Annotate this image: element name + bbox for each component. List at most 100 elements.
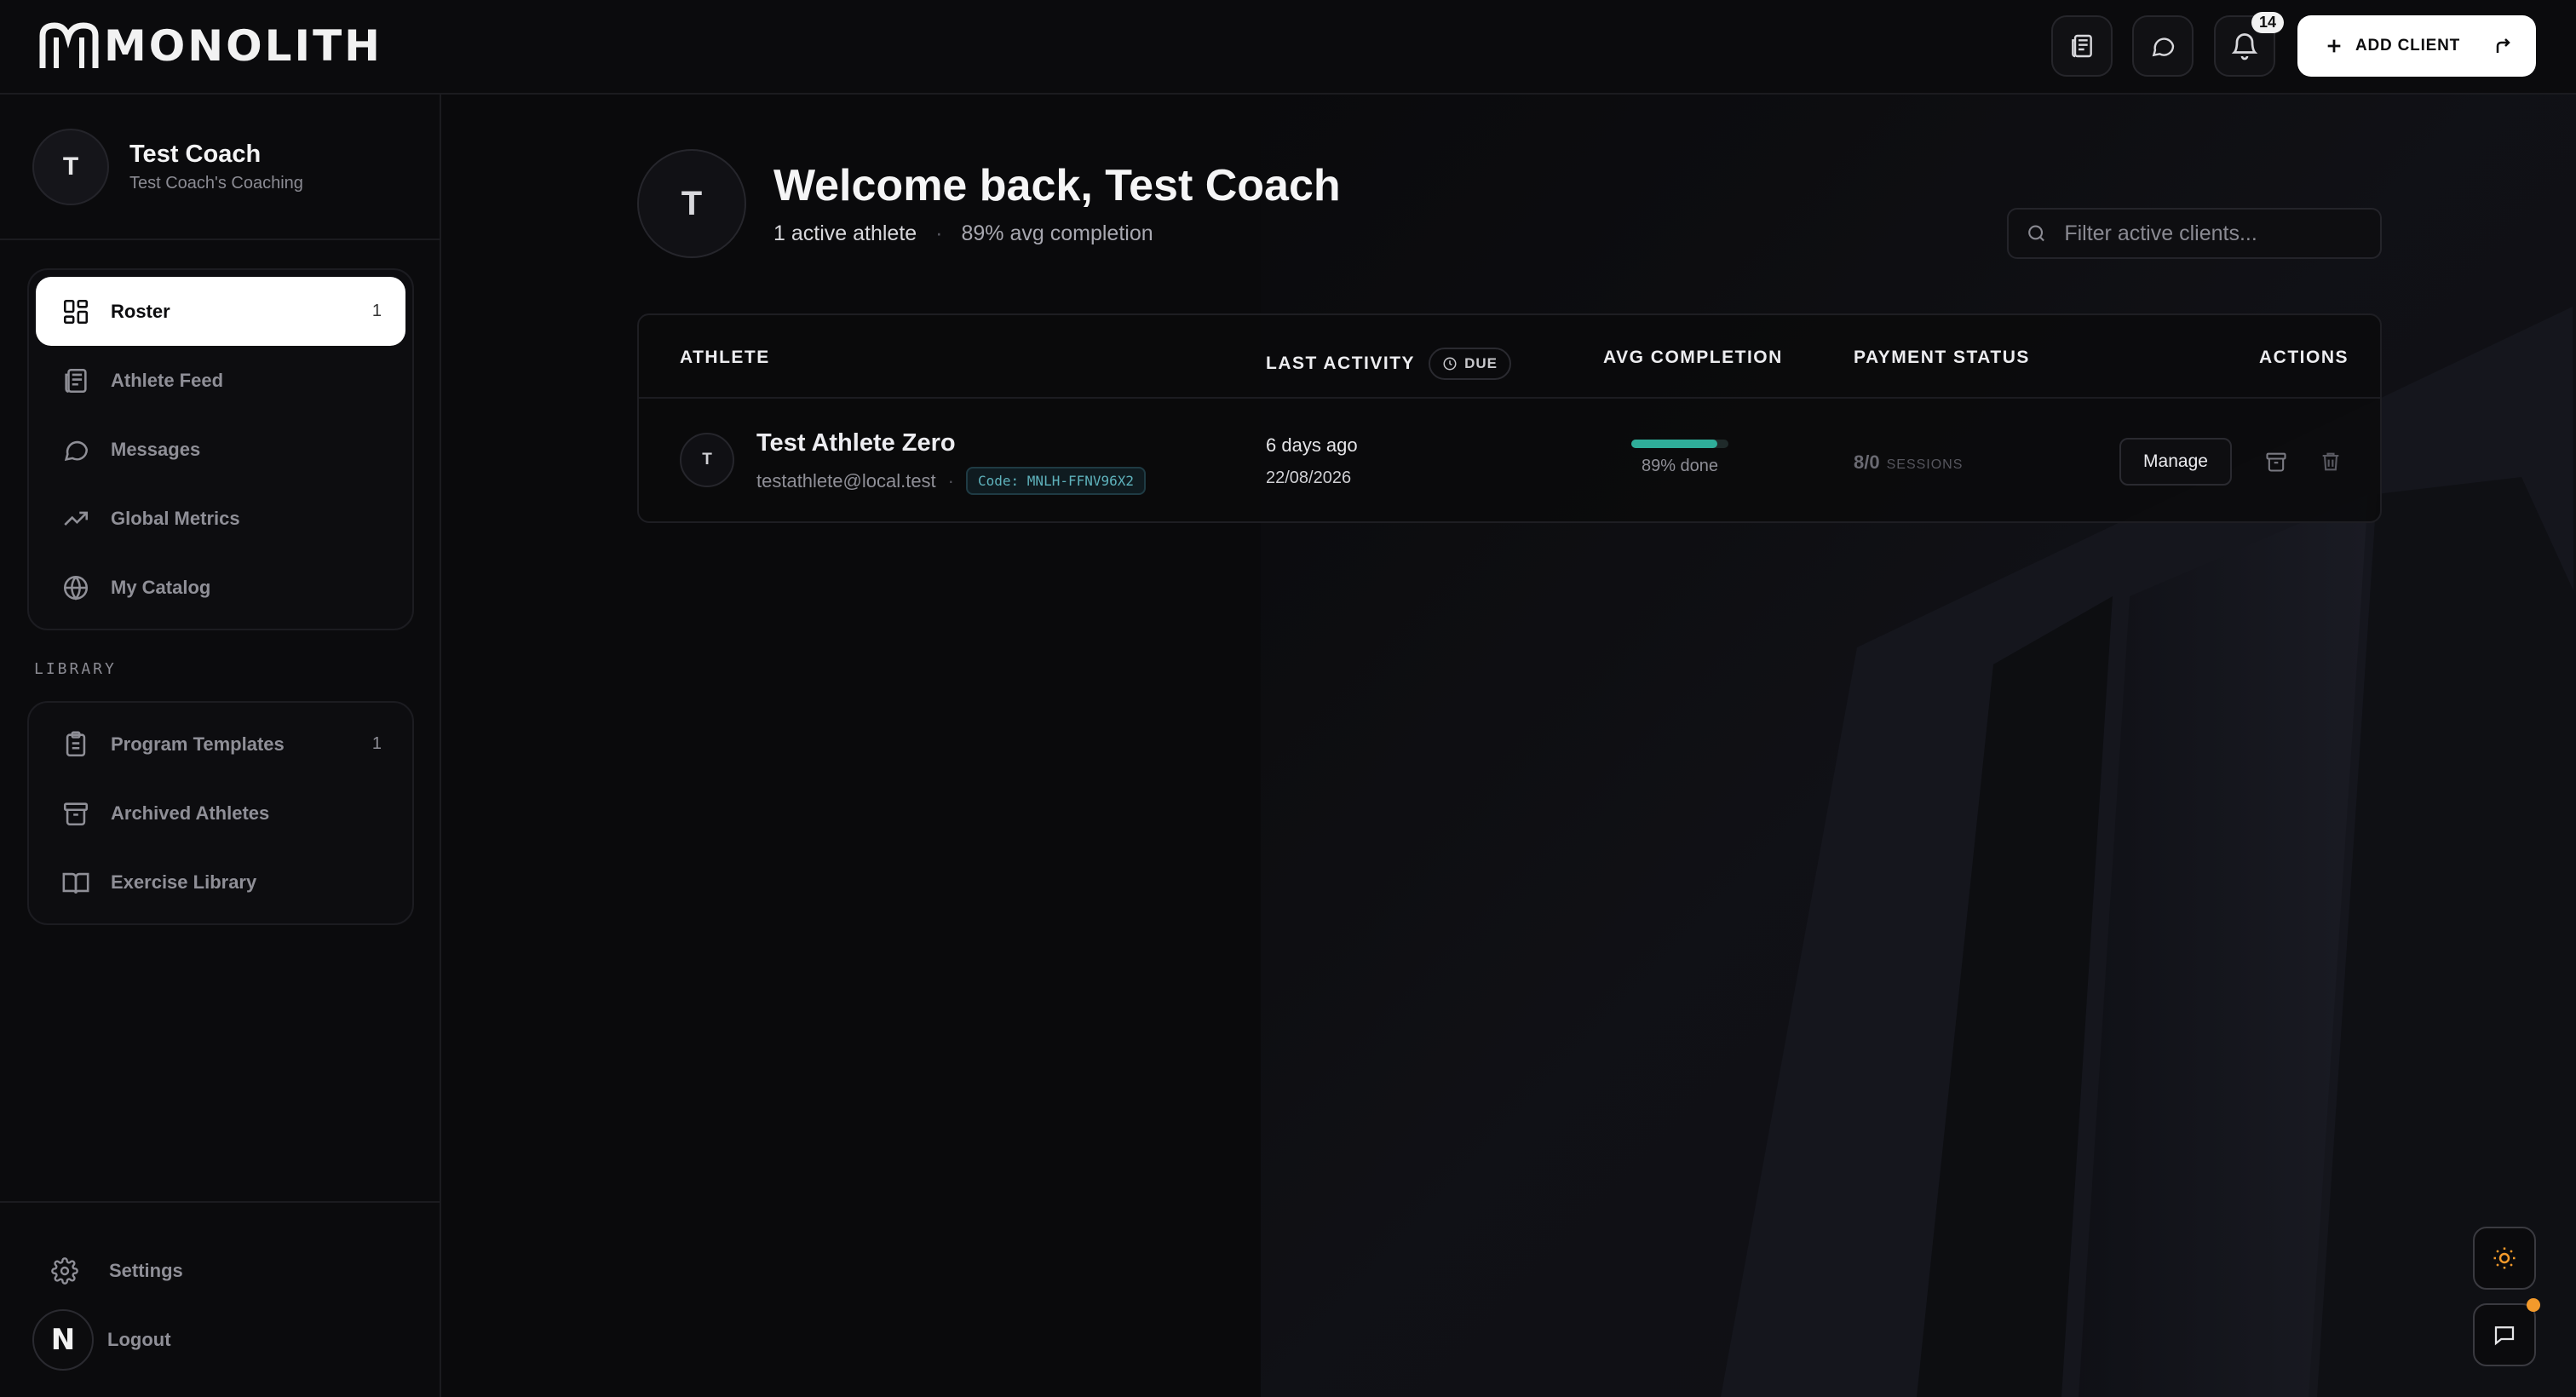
redirect-arrow-icon (2496, 38, 2510, 53)
add-client-button[interactable]: ADD CLIENT (2297, 15, 2536, 77)
last-activity-cell: 6 days ago 22/08/2026 (1266, 434, 1358, 488)
coach-profile[interactable]: T Test Coach Test Coach's Coaching (32, 129, 303, 205)
theme-toggle-button[interactable] (2473, 1227, 2536, 1290)
background-graphic (1261, 0, 2576, 1397)
column-header-last-activity[interactable]: LAST ACTIVITY DUE (1266, 348, 1511, 380)
logout-link[interactable]: N Logout (32, 1309, 171, 1371)
sidebar-item-roster[interactable]: Roster 1 (36, 277, 405, 346)
sidebar-item-label: My Catalog (111, 576, 211, 598)
sidebar-item-label: Athlete Feed (111, 369, 224, 391)
coach-name: Test Coach (129, 141, 262, 168)
welcome-stats: 1 active athlete · 89% avg completion (773, 221, 1153, 246)
filter-clients-input[interactable] (2064, 221, 2363, 246)
support-chat-button[interactable] (2473, 1303, 2536, 1366)
search-icon (2028, 225, 2044, 242)
unread-indicator-dot (2527, 1298, 2540, 1312)
book-icon (62, 872, 89, 894)
notifications-button[interactable]: 14 (2214, 12, 2284, 77)
sidebar-item-label: Roster (111, 300, 170, 322)
sessions-unit: SESSIONS (1886, 457, 1964, 472)
sun-icon (2493, 1247, 2516, 1269)
coach-avatar-large: T (637, 149, 746, 258)
divider (0, 239, 441, 240)
page-title: Welcome back, Test Coach (773, 161, 1341, 210)
divider (0, 1201, 441, 1203)
due-label: DUE (1464, 355, 1498, 371)
completion-progress-fill (1631, 440, 1718, 448)
active-athletes-count: 1 active athlete (773, 221, 917, 245)
top-bar: MONOLITH 14 ADD CLIENT (0, 0, 2576, 95)
table-row[interactable]: T Test Athlete Zero testathlete@local.te… (639, 399, 2380, 523)
coach-business-name: Test Coach's Coaching (129, 174, 303, 193)
separator-dot: · (935, 221, 943, 245)
roster-count: 1 (371, 302, 382, 320)
plus-icon (2327, 39, 2341, 53)
athlete-avatar: T (680, 433, 734, 487)
archive-icon (63, 802, 89, 825)
filter-clients-field[interactable] (2007, 208, 2382, 259)
completion-cell: 89% done (1629, 440, 1731, 476)
add-client-label: ADD CLIENT (2355, 37, 2461, 55)
chat-icon (2494, 1326, 2515, 1346)
grid-icon (63, 299, 89, 324)
sidebar-item-program-templates[interactable]: Program Templates 1 (36, 710, 405, 779)
athletes-table: ATHLETE LAST ACTIVITY DUE AVG COMPLETION… (637, 313, 2382, 523)
completion-progress-bar (1631, 440, 1728, 448)
clipboard-icon (66, 731, 86, 756)
feed-button[interactable] (2051, 15, 2113, 77)
column-header-actions: ACTIONS (2259, 348, 2349, 367)
athlete-code-chip[interactable]: Code: MNLH-FFNV96X2 (966, 467, 1147, 495)
sidebar-item-athlete-feed[interactable]: Athlete Feed (36, 346, 405, 415)
templates-count: 1 (371, 734, 382, 753)
athlete-contact: testathlete@local.test · Code: MNLH-FFNV… (756, 467, 1147, 495)
sidebar-item-label: Messages (111, 438, 201, 460)
column-header-payment-status[interactable]: PAYMENT STATUS (1854, 348, 2030, 368)
app-logo[interactable]: MONOLITH (39, 21, 383, 71)
app-name: MONOLITH (104, 21, 383, 71)
payment-status-cell: 8/0 SESSIONS (1854, 451, 1963, 474)
completion-label: 89% done (1641, 457, 1719, 475)
sidebar-item-label: Exercise Library (111, 871, 257, 893)
manage-button[interactable]: Manage (2119, 438, 2232, 486)
sessions-count: 8/0 (1854, 451, 1880, 473)
trend-icon (64, 511, 89, 526)
message-icon (2152, 37, 2175, 57)
column-header-athlete[interactable]: ATHLETE (680, 348, 770, 368)
settings-label: Settings (109, 1260, 183, 1281)
logout-label: Logout (107, 1329, 171, 1350)
column-header-avg-completion[interactable]: AVG COMPLETION (1603, 348, 1783, 368)
avg-completion-summary: 89% avg completion (961, 221, 1153, 245)
sidebar-item-messages[interactable]: Messages (36, 415, 405, 484)
gear-icon (51, 1257, 78, 1285)
archive-icon[interactable] (2264, 450, 2288, 474)
due-sort-toggle[interactable]: DUE (1429, 348, 1511, 380)
monolith-logo-icon (39, 22, 99, 68)
main-nav: Roster 1 Athlete Feed Messages Global Me… (27, 268, 414, 630)
library-nav: Program Templates 1 Archived Athletes Ex… (27, 701, 414, 925)
avatar: T (32, 129, 109, 205)
sidebar-item-label: Archived Athletes (111, 802, 270, 824)
sidebar-item-global-metrics[interactable]: Global Metrics (36, 484, 405, 553)
column-header-label: LAST ACTIVITY (1266, 354, 1416, 373)
sidebar-item-label: Program Templates (111, 733, 285, 755)
last-activity-date: 22/08/2026 (1266, 469, 1352, 487)
newspaper-icon (65, 368, 87, 393)
notification-count-badge: 14 (2251, 12, 2284, 33)
globe-icon (63, 575, 89, 601)
settings-link[interactable]: Settings (34, 1240, 183, 1302)
sidebar: T Test Coach Test Coach's Coaching Roste… (0, 95, 441, 1397)
sidebar-item-archived-athletes[interactable]: Archived Athletes (36, 779, 405, 848)
sidebar-item-exercise-library[interactable]: Exercise Library (36, 848, 405, 917)
separator-dot: · (947, 469, 954, 492)
sidebar-item-my-catalog[interactable]: My Catalog (36, 553, 405, 622)
message-icon (64, 440, 89, 461)
newspaper-icon (2072, 34, 2092, 58)
clock-icon (1443, 357, 1457, 371)
athlete-name[interactable]: Test Athlete Zero (756, 429, 956, 457)
athlete-email: testathlete@local.test (756, 469, 936, 492)
messages-button[interactable] (2132, 15, 2194, 77)
n-badge: N (32, 1309, 94, 1371)
trash-icon[interactable] (2319, 450, 2343, 474)
last-activity-relative: 6 days ago (1266, 434, 1358, 456)
library-section-label: LIBRARY (34, 660, 117, 678)
